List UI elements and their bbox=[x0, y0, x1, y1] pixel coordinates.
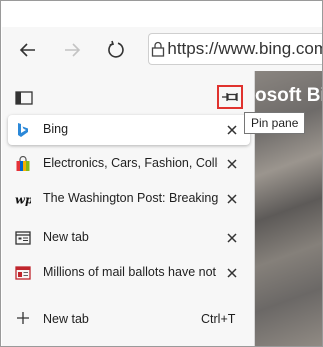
tab-title: Millions of mail ballots have not been r… bbox=[43, 265, 218, 279]
back-arrow-icon bbox=[19, 43, 35, 57]
svg-text:wp: wp bbox=[15, 192, 31, 206]
close-icon[interactable] bbox=[224, 156, 240, 172]
forward-arrow-icon bbox=[65, 43, 81, 57]
back-button[interactable] bbox=[13, 35, 43, 65]
close-icon[interactable] bbox=[224, 122, 240, 138]
new-tab-shortcut: Ctrl+T bbox=[201, 312, 236, 326]
tab-bing[interactable]: Bing bbox=[8, 115, 250, 145]
new-tab-page-icon bbox=[15, 230, 31, 246]
address-url[interactable]: https://www.bing.com bbox=[167, 39, 322, 59]
refresh-button[interactable] bbox=[101, 35, 131, 65]
refresh-icon bbox=[108, 40, 124, 58]
pin-pane-tooltip: Pin pane bbox=[244, 112, 306, 134]
vertical-tabs-pane: Bing Electronics, Cars, Fashion, Collect… bbox=[2, 71, 255, 346]
pin-icon bbox=[222, 93, 238, 101]
plus-icon bbox=[16, 311, 30, 330]
tab-ebay[interactable]: Electronics, Cars, Fashion, Collectibles… bbox=[8, 149, 250, 179]
tab-news-article[interactable]: Millions of mail ballots have not been r… bbox=[8, 258, 250, 288]
close-icon[interactable] bbox=[224, 265, 240, 281]
tab-title: Bing bbox=[43, 122, 69, 136]
pane-header bbox=[2, 71, 255, 115]
tab-title: Electronics, Cars, Fashion, Collectibles… bbox=[43, 156, 218, 170]
new-tab-button[interactable]: New tab Ctrl+T bbox=[8, 307, 250, 333]
vertical-tabs-icon bbox=[15, 91, 33, 105]
browser-toolbar: https://www.bing.com bbox=[2, 27, 322, 71]
tooltip-text: Pin pane bbox=[251, 116, 299, 130]
close-icon[interactable] bbox=[224, 230, 240, 246]
browser-window: https://www.bing.com osoft Bin bbox=[0, 0, 323, 347]
tab-title: New tab bbox=[43, 230, 89, 244]
page-title-fragment: osoft Bin bbox=[255, 85, 322, 106]
news-icon bbox=[15, 265, 31, 281]
forward-button[interactable] bbox=[57, 35, 87, 65]
address-bar[interactable]: https://www.bing.com bbox=[148, 33, 322, 65]
ebay-icon bbox=[15, 156, 31, 172]
new-tab-label: New tab bbox=[43, 312, 89, 326]
pin-pane-button[interactable] bbox=[217, 85, 243, 109]
tab-new-tab[interactable]: New tab bbox=[8, 223, 250, 253]
close-icon[interactable] bbox=[224, 191, 240, 207]
tab-washington-post[interactable]: wp The Washington Post: Breaking News bbox=[8, 184, 250, 214]
tab-title: The Washington Post: Breaking News bbox=[43, 191, 218, 205]
lock-icon[interactable] bbox=[149, 41, 167, 57]
bing-icon bbox=[15, 122, 31, 138]
tab-actions-menu-button[interactable] bbox=[15, 91, 33, 110]
washington-post-icon: wp bbox=[15, 191, 31, 207]
